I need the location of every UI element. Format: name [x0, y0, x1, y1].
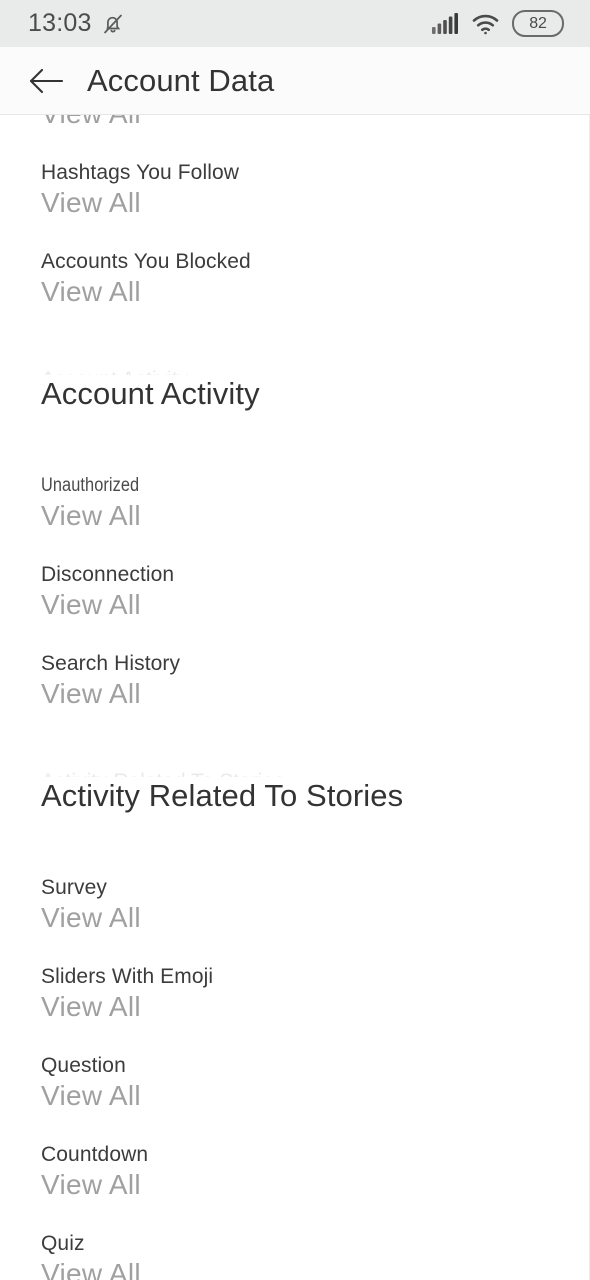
list-item-label: Sliders With Emoji: [41, 965, 214, 988]
list-gap: [41, 1020, 589, 1053]
list-item[interactable]: Unauthorized View All: [41, 473, 589, 529]
status-bar: 13:03 82: [0, 0, 590, 47]
list-gap: [41, 127, 589, 160]
list-item[interactable]: Question View All: [41, 1053, 589, 1109]
view-all-link[interactable]: View All: [41, 499, 589, 529]
list-item-label: Hashtags You Follow: [41, 161, 240, 184]
section-heading-gap: [41, 411, 589, 473]
list-item[interactable]: Hashtags You Follow View All: [41, 160, 589, 216]
status-bar-clock: 13:03: [28, 9, 92, 37]
list-item[interactable]: Search History View All: [41, 651, 589, 707]
page-title: Account Data: [87, 62, 275, 98]
list-gap: [41, 931, 589, 964]
list-item-label: Question: [41, 1054, 126, 1077]
list-item[interactable]: Accounts You Blocked View All: [41, 249, 589, 305]
view-all-link[interactable]: View All: [41, 1168, 589, 1198]
scroll-container: View AllHashtags You FollowView AllAccou…: [0, 115, 589, 1280]
clipped-text-artifact: Activity Related To Stories: [41, 769, 589, 777]
list-item[interactable]: Countdown View All: [41, 1142, 589, 1198]
section-heading: Account Activity: [41, 376, 260, 411]
view-all-link[interactable]: View All: [41, 1079, 589, 1109]
list-gap: [41, 216, 589, 249]
view-all-link[interactable]: View All: [41, 115, 589, 127]
view-all-link[interactable]: View All: [41, 901, 589, 931]
battery-level-label: 82: [529, 14, 547, 32]
list-gap: [41, 1109, 589, 1142]
back-arrow-icon: [29, 68, 64, 93]
phone-screen: 13:03 82 Account Data Hashtags You Follo…: [0, 0, 590, 1280]
list-gap: [41, 1198, 589, 1231]
battery-icon: 82: [512, 10, 564, 37]
list-gap: [41, 618, 589, 651]
bell-muted-icon: [101, 12, 125, 36]
list-item-label: Survey: [41, 876, 107, 899]
list-item-label: Disconnection: [41, 563, 175, 586]
app-bar: Account Data: [0, 47, 590, 115]
list-item-label: Search History: [41, 652, 181, 675]
view-all-link[interactable]: View All: [41, 275, 589, 305]
list-item[interactable]: Quiz View All: [41, 1231, 589, 1280]
list-item-label: Accounts You Blocked: [41, 250, 251, 273]
view-all-link[interactable]: View All: [41, 588, 589, 618]
wifi-icon: [472, 13, 499, 35]
list-item-label: Unauthorized: [41, 475, 140, 496]
list-item[interactable]: Sliders With Emoji View All: [41, 964, 589, 1020]
status-bar-left: 13:03: [28, 9, 125, 38]
list-gap: [41, 529, 589, 562]
status-bar-right: 82: [432, 10, 564, 37]
view-all-link[interactable]: View All: [41, 1257, 589, 1280]
view-all-link[interactable]: View All: [41, 677, 589, 707]
list-item-label: Quiz: [41, 1232, 85, 1255]
view-all-link[interactable]: View All: [41, 990, 589, 1020]
clipped-text-artifact: Account Activity: [41, 367, 589, 375]
list-item[interactable]: Disconnection View All: [41, 562, 589, 618]
section-heading-gap: [41, 813, 589, 875]
list-item-label: Countdown: [41, 1143, 149, 1166]
list-item[interactable]: Survey View All: [41, 875, 589, 931]
section-heading: Activity Related To Stories: [41, 778, 404, 813]
settings-list[interactable]: View AllHashtags You FollowView AllAccou…: [0, 115, 590, 1280]
cellular-signal-icon: [432, 13, 459, 34]
back-button[interactable]: [20, 55, 72, 107]
view-all-link[interactable]: View All: [41, 186, 589, 216]
